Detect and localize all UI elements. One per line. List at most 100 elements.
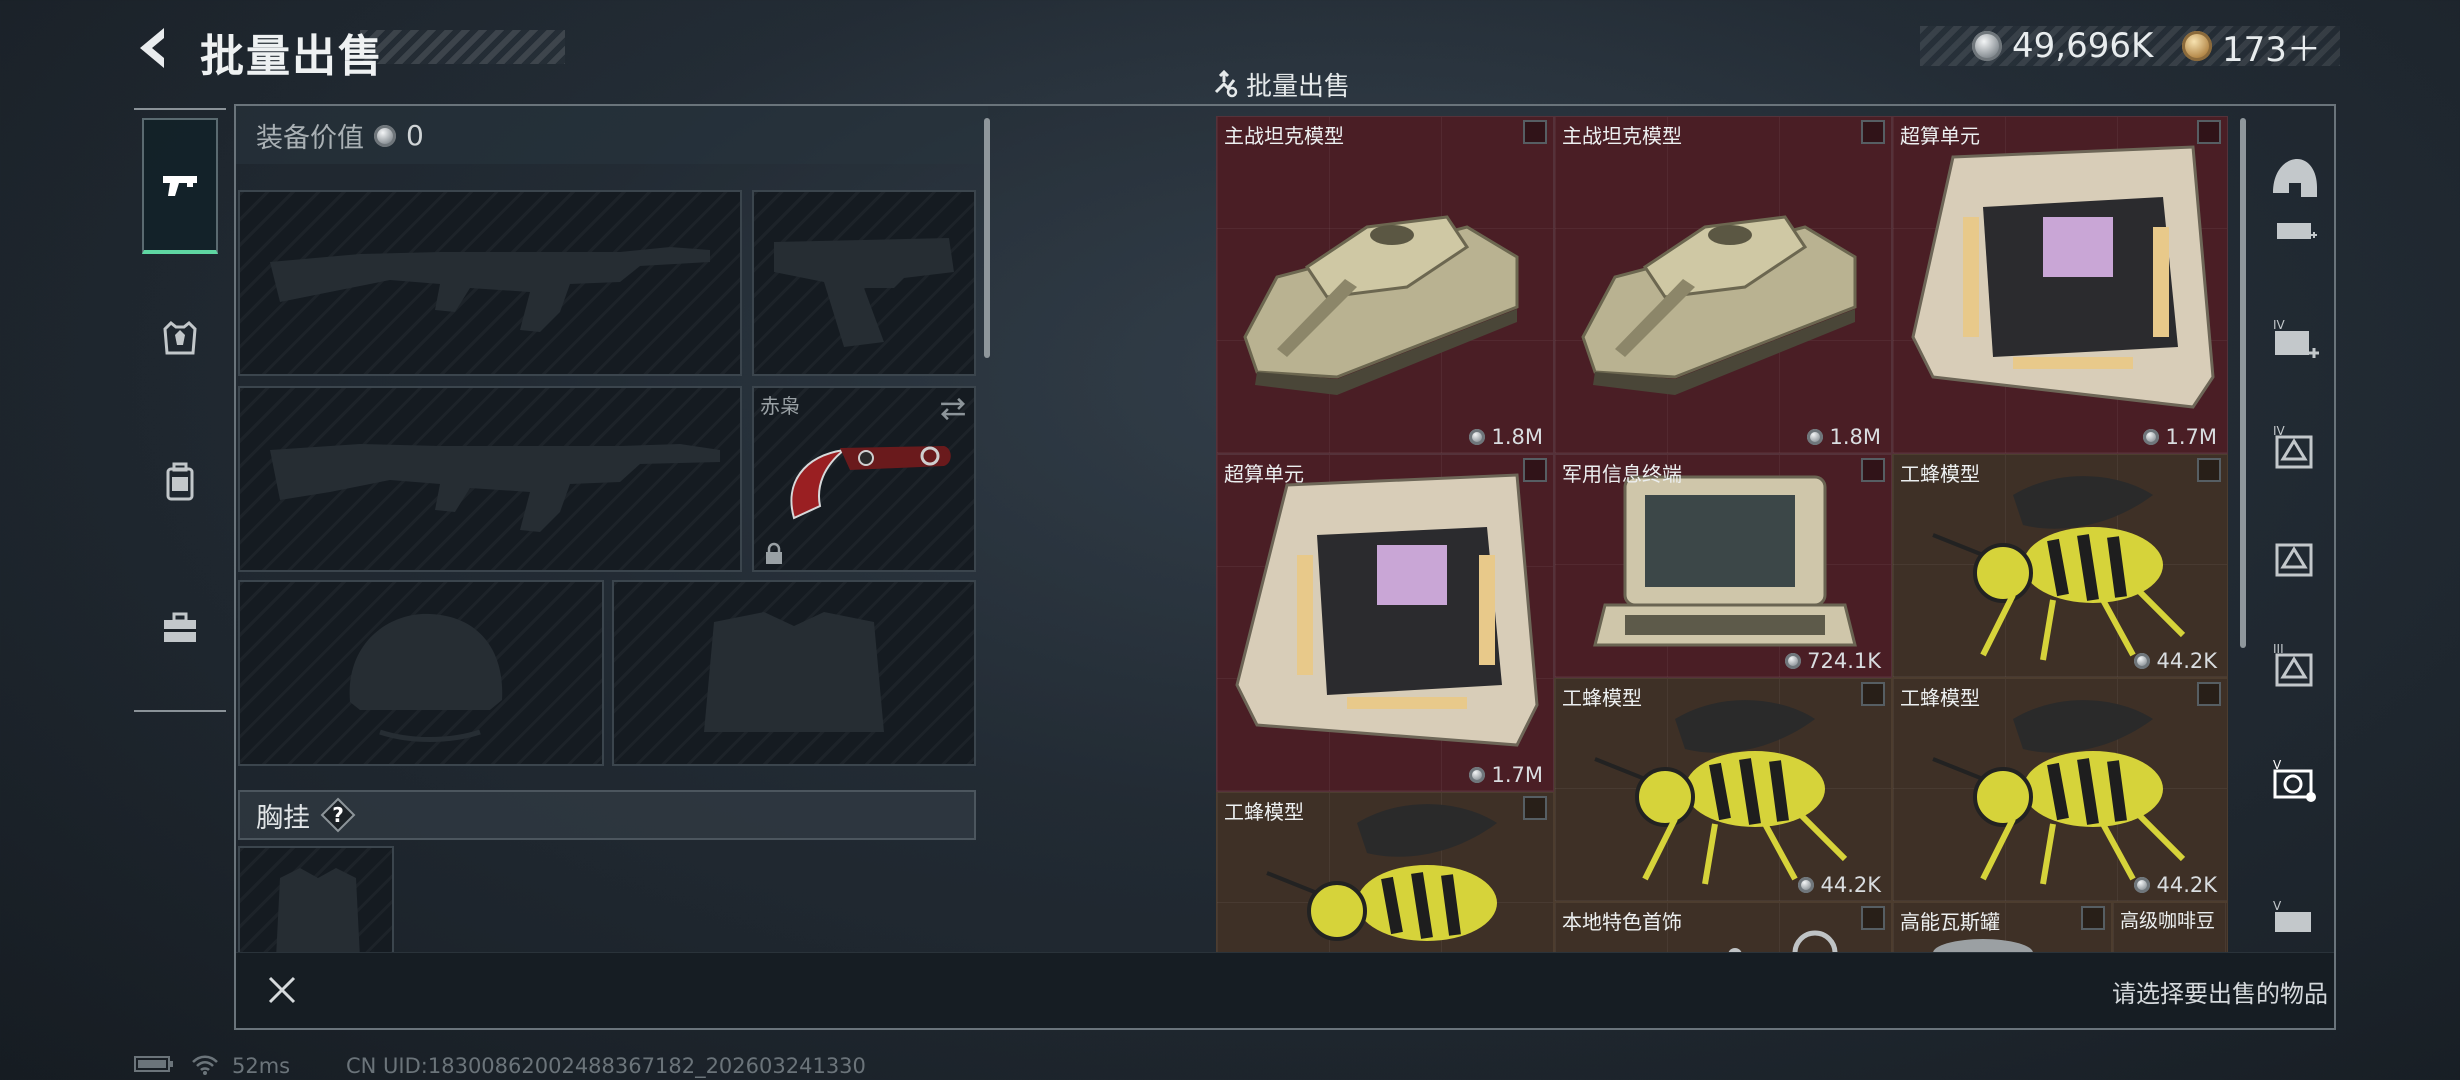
- armor-vest-icon: [163, 320, 197, 355]
- silver-coin-icon: [1469, 429, 1486, 445]
- item-checkbox[interactable]: [1523, 796, 1547, 820]
- item-card[interactable]: 主战坦克模型 1.8M: [1554, 116, 1892, 454]
- nav-toolbox[interactable]: [142, 560, 218, 696]
- item-checkbox[interactable]: [1861, 682, 1885, 706]
- toolbox-icon: [164, 612, 196, 642]
- item-card[interactable]: 工蜂模型 44.2K: [1892, 678, 2228, 902]
- item-card[interactable]: 工蜂模型: [1216, 792, 1554, 952]
- filter-rank-v-b[interactable]: V: [2252, 886, 2336, 956]
- armor-silhouette-icon: [704, 612, 884, 732]
- military-terminal-icon: [1593, 475, 1857, 647]
- item-price: 1.7M: [2143, 425, 2217, 449]
- wifi-icon: [192, 1055, 218, 1075]
- item-card[interactable]: 本地特色首饰: [1554, 902, 1892, 952]
- filter-rank-iv-b[interactable]: IV: [2252, 392, 2336, 500]
- item-card[interactable]: 主战坦克模型 1.8M: [1216, 116, 1554, 454]
- currency-gold[interactable]: 173＋: [2182, 26, 2321, 70]
- worker-bee-model-icon: [1932, 700, 2186, 885]
- filter-column: IV IV III V V: [2252, 116, 2336, 952]
- lock-icon: [766, 542, 782, 564]
- sell-icon: [1214, 69, 1238, 97]
- silver-coin-icon: [1785, 653, 1802, 669]
- item-card[interactable]: 工蜂模型 44.2K: [1892, 454, 2228, 678]
- item-price-value: 724.1K: [1807, 649, 1881, 673]
- back-button[interactable]: [128, 22, 180, 74]
- item-price-value: 1.7M: [2165, 425, 2217, 449]
- help-icon[interactable]: ?: [320, 797, 356, 833]
- item-price-value: 44.2K: [2156, 873, 2217, 897]
- back-arrow-icon: [140, 28, 164, 68]
- item-checkbox[interactable]: [1523, 458, 1547, 482]
- item-card[interactable]: 超算单元 1.7M: [1892, 116, 2228, 454]
- item-price-value: 1.8M: [1491, 425, 1543, 449]
- equipment-value: 装备价值 0: [256, 116, 424, 155]
- currency-silver[interactable]: 49,696K: [1972, 26, 2153, 66]
- filter-rank-iv-a[interactable]: IV: [2252, 286, 2336, 394]
- rank-armor-icon: IV: [2273, 424, 2313, 469]
- backpack-icon: [166, 462, 194, 501]
- sidearm-slot[interactable]: [752, 190, 976, 376]
- equipment-value-label: 装备价值: [256, 123, 364, 154]
- item-checkbox[interactable]: [2197, 682, 2221, 706]
- item-price-value: 1.8M: [1829, 425, 1881, 449]
- wifi-indicator: [190, 1054, 220, 1080]
- select-items-hint: 请选择要出售的物品: [2112, 980, 2328, 1008]
- item-name: 工蜂模型: [1900, 686, 1980, 710]
- item-name: 超算单元: [1900, 124, 1980, 148]
- item-checkbox[interactable]: [1861, 458, 1885, 482]
- nav-weapons[interactable]: [142, 118, 218, 254]
- rank-card-icon: [2277, 223, 2317, 239]
- melee-slot[interactable]: 赤枭: [752, 386, 976, 572]
- helmet-slot[interactable]: [238, 580, 604, 766]
- item-checkbox[interactable]: [2081, 906, 2105, 930]
- silver-coin-icon: [1798, 877, 1815, 893]
- filter-rank-v[interactable]: V: [2252, 726, 2336, 834]
- equipment-value-amount: 0: [406, 119, 424, 152]
- rank-card-icon: IV: [2273, 318, 2319, 358]
- item-checkbox[interactable]: [1523, 120, 1547, 144]
- item-name: 本地特色首饰: [1562, 910, 1682, 934]
- pistol-silhouette-icon: [774, 238, 954, 347]
- item-card[interactable]: 超算单元 1.7M: [1216, 454, 1554, 792]
- tank-model-icon: [1581, 215, 1857, 395]
- helmet-silhouette-icon: [349, 613, 503, 742]
- close-button[interactable]: [258, 966, 306, 1014]
- item-price: 44.2K: [1798, 873, 1881, 897]
- body-armor-slot[interactable]: [612, 580, 976, 766]
- ping-text: 52ms: [232, 1054, 291, 1078]
- item-card[interactable]: 军用信息终端 724.1K: [1554, 454, 1892, 678]
- batch-sell-heading-text: 批量出售: [1246, 72, 1351, 102]
- primary-weapon-slot[interactable]: [238, 190, 742, 376]
- filter-rank-iv-c[interactable]: [2252, 500, 2336, 608]
- chest-rig-section: 胸挂 ?: [238, 790, 976, 840]
- close-icon: [268, 976, 296, 1004]
- silver-coin-icon: [2134, 877, 2151, 893]
- item-checkbox[interactable]: [2197, 120, 2221, 144]
- secondary-weapon-slot[interactable]: [238, 386, 742, 572]
- pistol-icon: [163, 176, 197, 196]
- chest-rig-slot[interactable]: [238, 846, 394, 956]
- filter-rank-iii[interactable]: III: [2252, 610, 2336, 718]
- silver-coin-icon: [1807, 429, 1824, 445]
- supercomputer-unit-icon: [1911, 145, 2215, 409]
- item-price: 724.1K: [1785, 649, 1881, 673]
- item-price-value: 44.2K: [1820, 873, 1881, 897]
- item-grid-scrollbar[interactable]: [2240, 118, 2246, 648]
- item-checkbox[interactable]: [2197, 458, 2221, 482]
- item-checkbox[interactable]: [1861, 120, 1885, 144]
- silver-coin-icon: [2143, 429, 2160, 445]
- item-card[interactable]: 高能瓦斯罐: [1892, 902, 2112, 952]
- help-icon-text: ?: [332, 803, 344, 827]
- silver-coin-icon: [374, 124, 396, 147]
- item-card[interactable]: 工蜂模型 44.2K: [1554, 678, 1892, 902]
- filter-rank-ii[interactable]: [2252, 216, 2336, 276]
- nav-armor[interactable]: [142, 270, 218, 406]
- item-checkbox[interactable]: [1861, 906, 1885, 930]
- item-name: 超算单元: [1224, 462, 1304, 486]
- filter-rank-text: IV: [2273, 318, 2286, 332]
- equipment-scrollbar[interactable]: [984, 118, 990, 358]
- page-title: 批量出售: [200, 31, 384, 82]
- tank-model-icon: [1243, 215, 1519, 395]
- item-card[interactable]: 高级咖啡豆: [2112, 902, 2228, 952]
- nav-backpack[interactable]: [142, 414, 218, 550]
